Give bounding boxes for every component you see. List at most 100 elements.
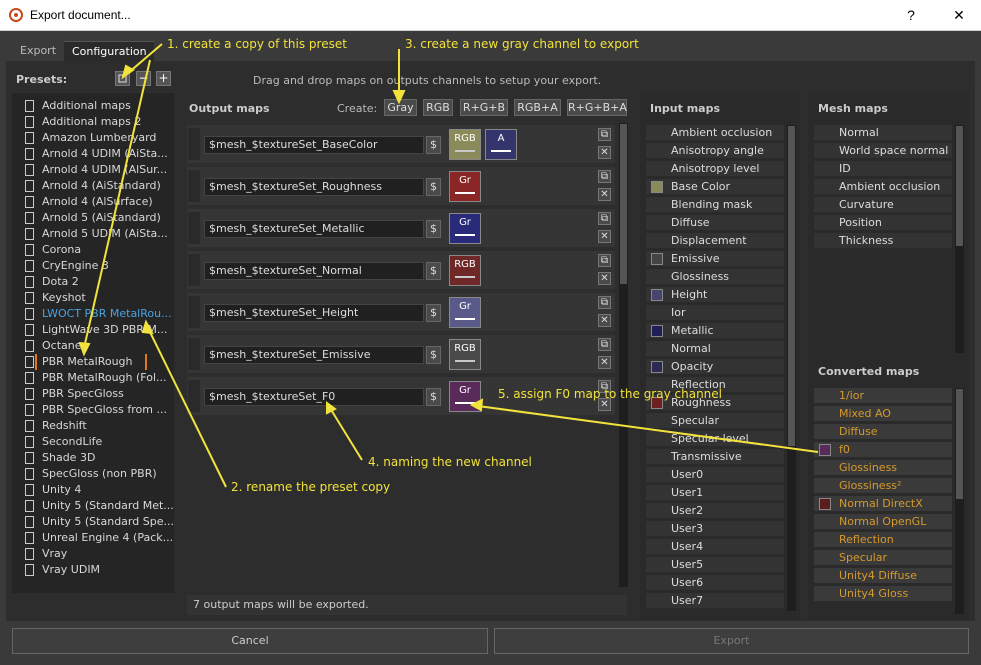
output-name-field[interactable]: $mesh_$textureSet_Metallic	[204, 220, 424, 238]
output-name-field[interactable]: $mesh_$textureSet_Emissive	[204, 346, 424, 364]
output-name-field[interactable]: $mesh_$textureSet_F0	[204, 388, 424, 406]
input-map-item[interactable]: Ambient occlusion	[646, 125, 784, 141]
channel-slot[interactable]: RGB	[449, 129, 481, 160]
output-name-field[interactable]: $mesh_$textureSet_Roughness	[204, 178, 424, 196]
delete-map-icon[interactable]: ✕	[598, 188, 611, 201]
converted-map-item[interactable]: Unity4 Diffuse	[814, 568, 952, 584]
converted-map-item[interactable]: Reflection	[814, 532, 952, 548]
converted-map-item[interactable]: Glossiness²	[814, 478, 952, 494]
preset-item[interactable]: CryEngine 3	[12, 258, 174, 274]
output-scrollbar[interactable]	[619, 123, 628, 587]
preset-item[interactable]: Redshift	[12, 418, 174, 434]
preset-item[interactable]: PBR SpecGloss from ...	[12, 402, 174, 418]
channel-slot[interactable]: RGB	[449, 255, 481, 286]
drag-handle[interactable]	[188, 380, 200, 412]
create-r-g-b-button[interactable]: R+G+B	[460, 99, 508, 116]
delete-map-icon[interactable]: ✕	[598, 272, 611, 285]
input-map-item[interactable]: User1	[646, 485, 784, 501]
add-preset-button[interactable]: +	[156, 71, 171, 86]
mesh-map-item[interactable]: ID	[814, 161, 952, 177]
input-map-item[interactable]: Displacement	[646, 233, 784, 249]
preset-item[interactable]: Corona	[12, 242, 174, 258]
converted-map-item[interactable]: Unity4 Gloss	[814, 586, 952, 602]
preset-item[interactable]: Octane	[12, 338, 174, 354]
preset-item[interactable]: Arnold 4 UDIM (AlSur...	[12, 162, 174, 178]
help-button[interactable]: ?	[896, 4, 926, 26]
tab-configuration[interactable]: Configuration	[64, 41, 154, 61]
converted-map-item[interactable]: Normal DirectX	[814, 496, 952, 512]
duplicate-map-icon[interactable]: ⧉	[598, 296, 611, 309]
drag-handle[interactable]	[188, 170, 200, 202]
tab-export[interactable]: Export	[12, 41, 62, 61]
preset-item[interactable]: Arnold 5 (AiStandard)	[12, 210, 174, 226]
duplicate-map-icon[interactable]: ⧉	[598, 254, 611, 267]
insert-variable-button[interactable]: $	[426, 136, 441, 154]
converted-map-item[interactable]: 1/ior	[814, 388, 952, 404]
input-map-item[interactable]: User7	[646, 593, 784, 609]
preset-item[interactable]: Unity 5 (Standard Met...	[12, 498, 174, 514]
preset-item[interactable]: PBR MetalRough (Fol...	[12, 370, 174, 386]
insert-variable-button[interactable]: $	[426, 262, 441, 280]
channel-slot[interactable]: Gr	[449, 381, 481, 412]
mesh-map-item[interactable]: Ambient occlusion	[814, 179, 952, 195]
preset-item[interactable]: Additional maps 2	[12, 114, 174, 130]
input-map-item[interactable]: Diffuse	[646, 215, 784, 231]
drag-handle[interactable]	[188, 338, 200, 370]
preset-item[interactable]: Vray UDIM	[12, 562, 174, 578]
preset-item[interactable]: Keyshot	[12, 290, 174, 306]
input-map-item[interactable]: Blending mask	[646, 197, 784, 213]
input-map-item[interactable]: Normal	[646, 341, 784, 357]
delete-map-icon[interactable]: ✕	[598, 146, 611, 159]
insert-variable-button[interactable]: $	[426, 388, 441, 406]
converted-map-item[interactable]: Glossiness	[814, 460, 952, 476]
preset-item[interactable]: Amazon Lumberyard	[12, 130, 174, 146]
mesh-map-item[interactable]: Normal	[814, 125, 952, 141]
duplicate-map-icon[interactable]: ⧉	[598, 212, 611, 225]
create-rgb-button[interactable]: RGB	[423, 99, 453, 116]
preset-item[interactable]: Unreal Engine 4 (Pack...	[12, 530, 174, 546]
input-map-item[interactable]: Base Color	[646, 179, 784, 195]
input-map-item[interactable]: Emissive	[646, 251, 784, 267]
copy-preset-button[interactable]	[115, 71, 130, 86]
mesh-map-item[interactable]: Thickness	[814, 233, 952, 249]
insert-variable-button[interactable]: $	[426, 346, 441, 364]
converted-map-item[interactable]: Mixed AO	[814, 406, 952, 422]
mesh-map-item[interactable]: World space normal	[814, 143, 952, 159]
preset-item[interactable]: Arnold 4 UDIM (AiSta...	[12, 146, 174, 162]
input-map-item[interactable]: User6	[646, 575, 784, 591]
input-map-item[interactable]: User0	[646, 467, 784, 483]
create-gray-button[interactable]: Gray	[384, 99, 417, 116]
insert-variable-button[interactable]: $	[426, 304, 441, 322]
input-map-item[interactable]: Metallic	[646, 323, 784, 339]
converted-map-item[interactable]: f0	[814, 442, 952, 458]
preset-item[interactable]: SpecGloss (non PBR)	[12, 466, 174, 482]
preset-item[interactable]: Arnold 5 UDIM (AiSta...	[12, 226, 174, 242]
input-map-item[interactable]: Opacity	[646, 359, 784, 375]
input-map-item[interactable]: User3	[646, 521, 784, 537]
input-map-item[interactable]: Specular	[646, 413, 784, 429]
output-name-field[interactable]: $mesh_$textureSet_Height	[204, 304, 424, 322]
input-map-item[interactable]: Height	[646, 287, 784, 303]
preset-item[interactable]: Unity 5 (Standard Spe...	[12, 514, 174, 530]
insert-variable-button[interactable]: $	[426, 178, 441, 196]
delete-map-icon[interactable]: ✕	[598, 356, 611, 369]
preset-item[interactable]: Arnold 4 (AiStandard)	[12, 178, 174, 194]
input-map-item[interactable]: Anisotropy level	[646, 161, 784, 177]
preset-item[interactable]: Arnold 4 (AlSurface)	[12, 194, 174, 210]
converted-map-item[interactable]: Normal OpenGL	[814, 514, 952, 530]
preset-item[interactable]: Vray	[12, 546, 174, 562]
mesh-map-item[interactable]: Position	[814, 215, 952, 231]
converted-scrollbar[interactable]	[955, 388, 964, 614]
input-map-item[interactable]: Transmissive	[646, 449, 784, 465]
preset-item[interactable]: SecondLife	[12, 434, 174, 450]
remove-preset-button[interactable]: −	[136, 71, 151, 86]
create-r-g-b-a-button[interactable]: R+G+B+A	[567, 99, 627, 116]
preset-item[interactable]: Dota 2	[12, 274, 174, 290]
preset-item[interactable]: Shade 3D	[12, 450, 174, 466]
duplicate-map-icon[interactable]: ⧉	[598, 170, 611, 183]
preset-item[interactable]: PBR SpecGloss	[12, 386, 174, 402]
drag-handle[interactable]	[188, 212, 200, 244]
duplicate-map-icon[interactable]: ⧉	[598, 338, 611, 351]
create-rgb-a-button[interactable]: RGB+A	[514, 99, 561, 116]
preset-item[interactable]: Additional maps	[12, 98, 174, 114]
